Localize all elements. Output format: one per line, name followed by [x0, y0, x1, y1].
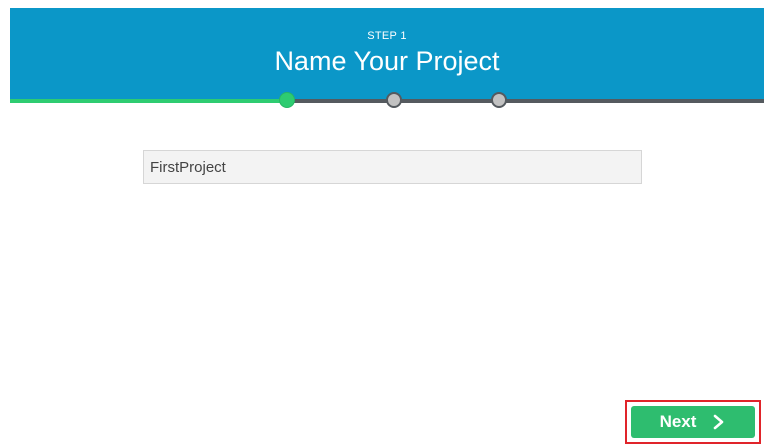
next-button-label: Next — [659, 412, 697, 431]
wizard-header: STEP 1 Name Your Project — [10, 8, 764, 100]
step-1-indicator[interactable] — [279, 92, 295, 108]
step-3-indicator[interactable] — [491, 92, 507, 108]
page-title: Name Your Project — [274, 46, 500, 76]
wizard-page: STEP 1 Name Your Project Next — [0, 0, 764, 446]
step-2-indicator[interactable] — [386, 92, 402, 108]
next-button[interactable]: Next — [631, 406, 755, 438]
step-label: STEP 1 — [367, 30, 407, 42]
step-progress-bar — [10, 92, 764, 108]
project-name-input[interactable] — [143, 150, 642, 184]
progress-track-complete — [10, 99, 287, 103]
next-button-highlight: Next — [625, 400, 761, 444]
chevron-right-icon — [712, 414, 726, 430]
